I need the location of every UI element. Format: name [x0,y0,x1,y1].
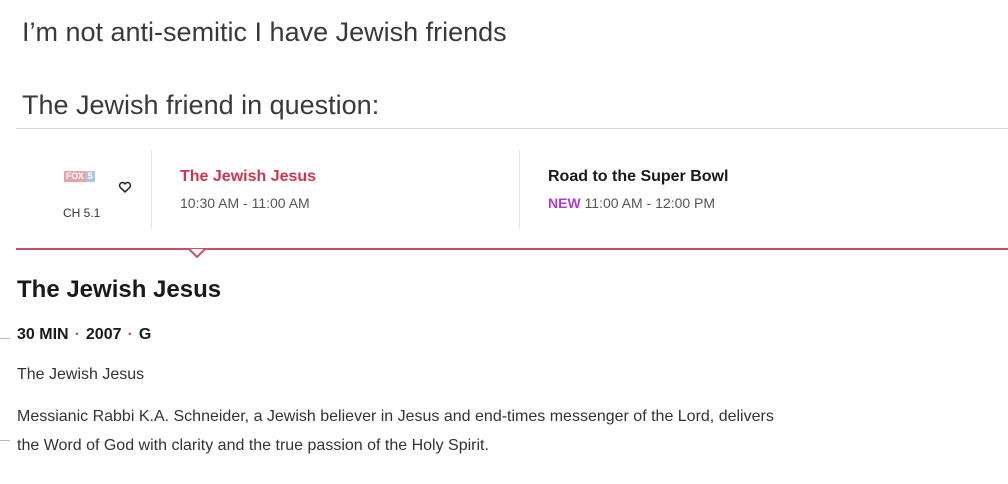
guide-selection-rule [16,248,1008,250]
detail-subtitle: The Jewish Jesus [17,366,145,383]
heart-outline-icon[interactable] [118,180,132,194]
meta-separator: · [127,326,133,343]
guide-column-divider [151,150,152,229]
channel-cell[interactable]: FOX 5 CH 5.1 [55,168,135,228]
program-title-next[interactable]: Road to the Super Bowl [548,168,728,186]
meta-separator: · [74,326,80,343]
detail-description: Messianic Rabbi K.A. Schneider, a Jewish… [17,408,774,454]
channel-number: CH 5.1 [63,206,101,220]
channel-logo-number: 5 [85,171,95,182]
detail-meta: 30 MIN · 2007 · G [17,326,151,344]
program-time-next: NEW 11:00 AM - 12:00 PM [548,195,715,211]
detail-rating: G [138,326,152,343]
program-time-next-value: 11:00 AM - 12:00 PM [584,195,716,211]
guide-column-divider [519,150,520,229]
detail-duration: 30 MIN [17,326,69,343]
channel-logo-fox: FOX [64,171,86,182]
detail-title: The Jewish Jesus [17,276,222,303]
edge-mark [0,440,10,441]
new-badge: NEW [548,195,581,211]
channel-logo: FOX 5 [64,171,98,182]
selection-pointer-icon [188,249,206,259]
meme-caption-line1: I’m not anti-semitic I have Jewish frien… [22,17,507,47]
program-time-current: 10:30 AM - 11:00 AM [180,195,310,211]
edge-mark [0,338,10,339]
program-title-current[interactable]: The Jewish Jesus [180,168,316,186]
caption-divider [16,128,1008,129]
meme-caption-line2: The Jewish friend in question: [22,90,380,120]
detail-year: 2007 [85,326,122,343]
